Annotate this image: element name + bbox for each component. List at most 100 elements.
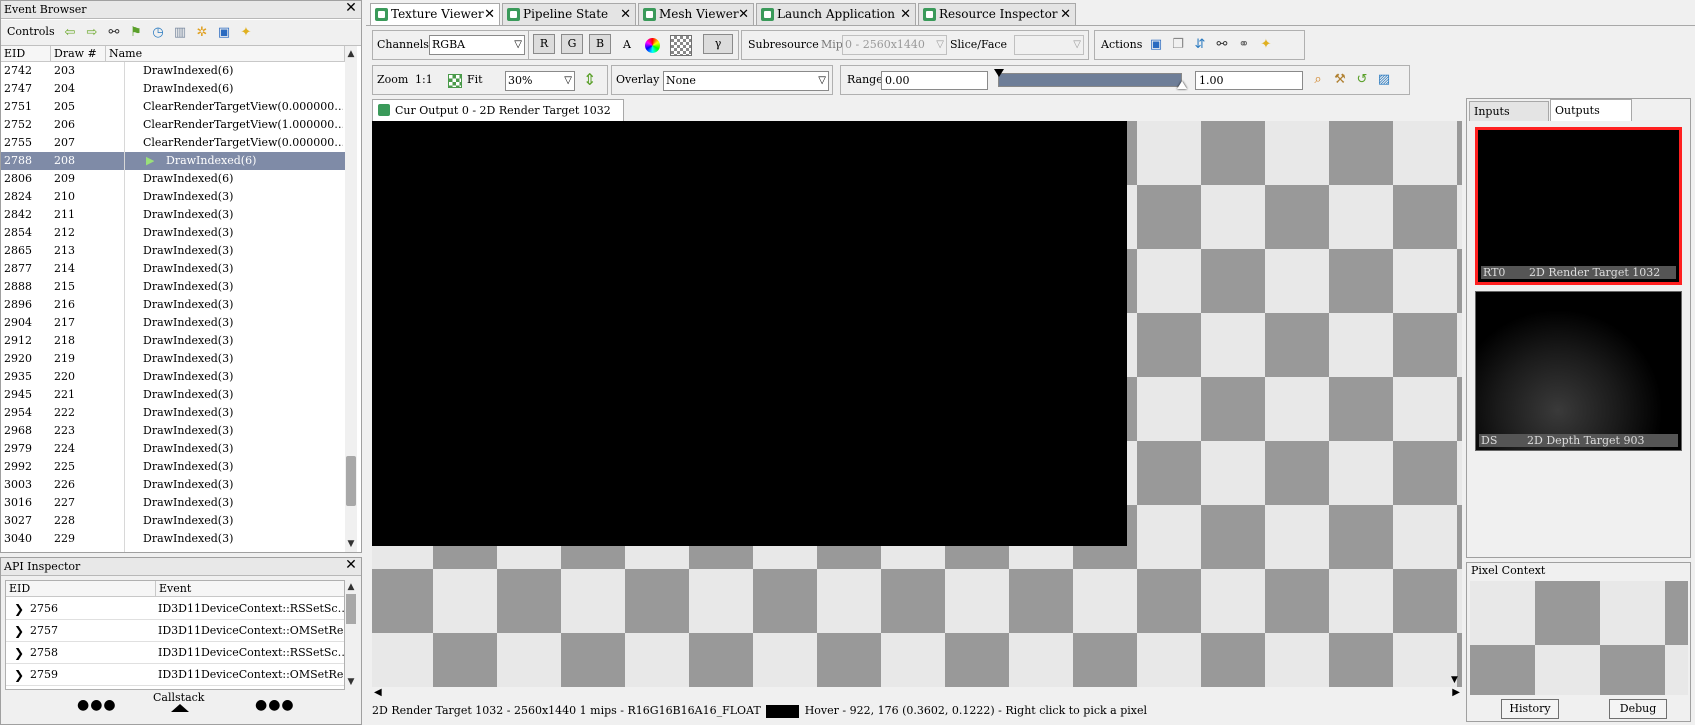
table-row[interactable]: 2945 221 DrawIndexed(3) bbox=[1, 386, 345, 404]
tab-texture-viewer[interactable]: Texture Viewer ✕ bbox=[370, 3, 500, 25]
expand-up-icon[interactable] bbox=[171, 704, 189, 712]
col-api-event[interactable]: Event bbox=[156, 581, 344, 597]
channels-select[interactable]: RGBA ▽ bbox=[429, 35, 525, 55]
table-row[interactable]: 3040 229 DrawIndexed(3) bbox=[1, 530, 345, 548]
zoom-icon[interactable]: ⌕ bbox=[1307, 70, 1329, 90]
close-icon[interactable]: ✕ bbox=[900, 4, 911, 25]
overlay-select[interactable]: None ▽ bbox=[663, 71, 829, 91]
scroll-thumb[interactable] bbox=[346, 456, 356, 506]
table-row[interactable]: 2751 205 ClearRenderTargetView(0.000000… bbox=[1, 98, 345, 116]
chevron-right-icon[interactable]: ❯ bbox=[14, 598, 24, 620]
table-row[interactable]: 2912 218 DrawIndexed(3) bbox=[1, 332, 345, 350]
callstack-label[interactable]: Callstack bbox=[153, 691, 204, 704]
clock-icon[interactable]: ◷ bbox=[147, 23, 169, 43]
link-icon[interactable]: ⚭ bbox=[1233, 35, 1255, 55]
close-icon[interactable]: ✕ bbox=[1060, 4, 1071, 25]
flip-vertical-icon[interactable]: ⇕ bbox=[583, 70, 596, 89]
table-row[interactable]: 2888 215 DrawIndexed(3) bbox=[1, 278, 345, 296]
channel-a-toggle[interactable]: A bbox=[623, 36, 631, 54]
viewer-vscroll[interactable]: ▼ bbox=[1450, 121, 1462, 687]
table-row[interactable]: 3016 227 DrawIndexed(3) bbox=[1, 494, 345, 512]
close-icon[interactable]: ✕ bbox=[484, 4, 495, 25]
binoculars-icon[interactable]: ⚯ bbox=[1211, 35, 1233, 55]
channel-b-toggle[interactable]: B bbox=[589, 34, 611, 54]
table-row[interactable]: 2968 223 DrawIndexed(3) bbox=[1, 422, 345, 440]
scroll-thumb[interactable] bbox=[346, 594, 356, 624]
stats-icon[interactable]: ▥ bbox=[169, 23, 191, 43]
fit-button[interactable]: Fit bbox=[467, 71, 483, 89]
scroll-down-icon[interactable]: ▼ bbox=[1451, 675, 1458, 685]
history-button[interactable]: History bbox=[1501, 699, 1559, 719]
scroll-right-icon[interactable]: ▶ bbox=[1452, 687, 1460, 698]
more-right-icon[interactable]: ●●● bbox=[255, 697, 295, 713]
table-row[interactable]: 2842 211 DrawIndexed(3) bbox=[1, 206, 345, 224]
histogram-icon[interactable]: ▨ bbox=[1373, 70, 1395, 90]
arrow-right-icon[interactable]: ⇨ bbox=[81, 23, 103, 43]
table-row[interactable]: 2854 212 DrawIndexed(3) bbox=[1, 224, 345, 242]
binoculars-icon[interactable]: ⚯ bbox=[103, 23, 125, 43]
tab-outputs[interactable]: Outputs bbox=[1550, 99, 1632, 121]
scroll-down-icon[interactable]: ▼ bbox=[345, 538, 357, 550]
save-icon[interactable]: ▣ bbox=[213, 23, 235, 43]
range-max-input[interactable]: 1.00 bbox=[1195, 71, 1303, 90]
thumb-render-target[interactable]: RT0 2D Render Target 1032 bbox=[1475, 127, 1682, 285]
pixel-context-view[interactable] bbox=[1470, 581, 1688, 695]
table-row[interactable]: ❯ 2759 ID3D11DeviceContext::OMSetRe… bbox=[6, 664, 344, 686]
table-row[interactable]: 2979 224 DrawIndexed(3) bbox=[1, 440, 345, 458]
save-icon[interactable]: ▣ bbox=[1145, 35, 1167, 55]
table-row[interactable]: ❯ 2758 ID3D11DeviceContext::RSSetSc… bbox=[6, 642, 344, 664]
table-row[interactable]: 2896 216 DrawIndexed(3) bbox=[1, 296, 345, 314]
gamma-toggle[interactable]: γ bbox=[703, 34, 733, 54]
col-name[interactable]: Name bbox=[106, 46, 345, 62]
table-row[interactable]: ❯ 2756 ID3D11DeviceContext::RSSetSc… bbox=[6, 598, 344, 620]
magic-wand-icon[interactable]: ⚒ bbox=[1329, 70, 1351, 90]
channel-r-toggle[interactable]: R bbox=[533, 34, 555, 54]
close-icon[interactable]: ✕ bbox=[344, 558, 358, 573]
viewer-hscroll[interactable]: ◀ ▶ bbox=[372, 687, 1462, 700]
table-row[interactable]: 2742 203 DrawIndexed(6) bbox=[1, 62, 345, 80]
scroll-down-icon[interactable]: ▼ bbox=[345, 676, 357, 688]
thumb-depth-target[interactable]: DS 2D Depth Target 903 bbox=[1475, 291, 1682, 451]
table-row[interactable]: 2954 222 DrawIndexed(3) bbox=[1, 404, 345, 422]
checkerboard-icon[interactable] bbox=[670, 35, 692, 56]
more-left-icon[interactable]: ●●● bbox=[77, 697, 117, 713]
fit-icon[interactable] bbox=[448, 74, 462, 88]
table-row[interactable]: 2992 225 DrawIndexed(3) bbox=[1, 458, 345, 476]
table-row[interactable]: 2824 210 DrawIndexed(3) bbox=[1, 188, 345, 206]
channel-g-toggle[interactable]: G bbox=[561, 34, 583, 54]
scroll-left-icon[interactable]: ◀ bbox=[374, 687, 382, 698]
tab-inputs[interactable]: Inputs bbox=[1469, 101, 1549, 121]
range-min-input[interactable]: 0.00 bbox=[881, 71, 988, 90]
texture-canvas[interactable] bbox=[372, 121, 1462, 687]
output-tab[interactable]: Cur Output 0 - 2D Render Target 1032 bbox=[372, 99, 624, 121]
copy-icon[interactable]: ❐ bbox=[1167, 35, 1189, 55]
scroll-up-icon[interactable]: ▲ bbox=[345, 48, 357, 60]
tab-resource-inspector[interactable]: Resource Inspector ✕ bbox=[918, 3, 1076, 25]
table-row[interactable]: 2920 219 DrawIndexed(3) bbox=[1, 350, 345, 368]
range-slider[interactable] bbox=[994, 69, 1194, 90]
puzzle-icon[interactable]: ✦ bbox=[1255, 35, 1277, 55]
tab-pipeline-state[interactable]: Pipeline State ✕ bbox=[502, 3, 636, 25]
close-icon[interactable]: ✕ bbox=[344, 1, 358, 16]
table-row[interactable]: 2865 213 DrawIndexed(3) bbox=[1, 242, 345, 260]
debug-button[interactable]: Debug bbox=[1609, 699, 1667, 719]
table-row[interactable]: 2904 217 DrawIndexed(3) bbox=[1, 314, 345, 332]
chevron-right-icon[interactable]: ❯ bbox=[14, 664, 24, 686]
gear-icon[interactable]: ✲ bbox=[191, 23, 213, 43]
col-draw[interactable]: Draw # bbox=[51, 46, 106, 62]
slice-face-select[interactable]: ▽ bbox=[1014, 35, 1084, 55]
zoom-select[interactable]: 30% ▽ bbox=[505, 71, 575, 91]
table-row[interactable]: ❯ 2757 ID3D11DeviceContext::OMSetRe… bbox=[6, 620, 344, 642]
puzzle-icon[interactable]: ✦ bbox=[235, 23, 257, 43]
table-row[interactable]: 3027 228 DrawIndexed(3) bbox=[1, 512, 345, 530]
range-black-handle[interactable] bbox=[994, 69, 1004, 77]
table-row[interactable]: 2755 207 ClearRenderTargetView(0.000000… bbox=[1, 134, 345, 152]
table-row[interactable]: 2752 206 ClearRenderTargetView(1.000000… bbox=[1, 116, 345, 134]
flag-icon[interactable]: ⚑ bbox=[125, 23, 147, 43]
table-row[interactable]: 2877 214 DrawIndexed(3) bbox=[1, 260, 345, 278]
arrow-left-icon[interactable]: ⇦ bbox=[59, 23, 81, 43]
table-row[interactable]: 2788 208 ▶ DrawIndexed(6) bbox=[1, 152, 345, 170]
chevron-right-icon[interactable]: ❯ bbox=[14, 642, 24, 664]
tab-mesh-viewer[interactable]: Mesh Viewer ✕ bbox=[638, 3, 754, 25]
color-wheel-icon[interactable] bbox=[645, 38, 660, 53]
